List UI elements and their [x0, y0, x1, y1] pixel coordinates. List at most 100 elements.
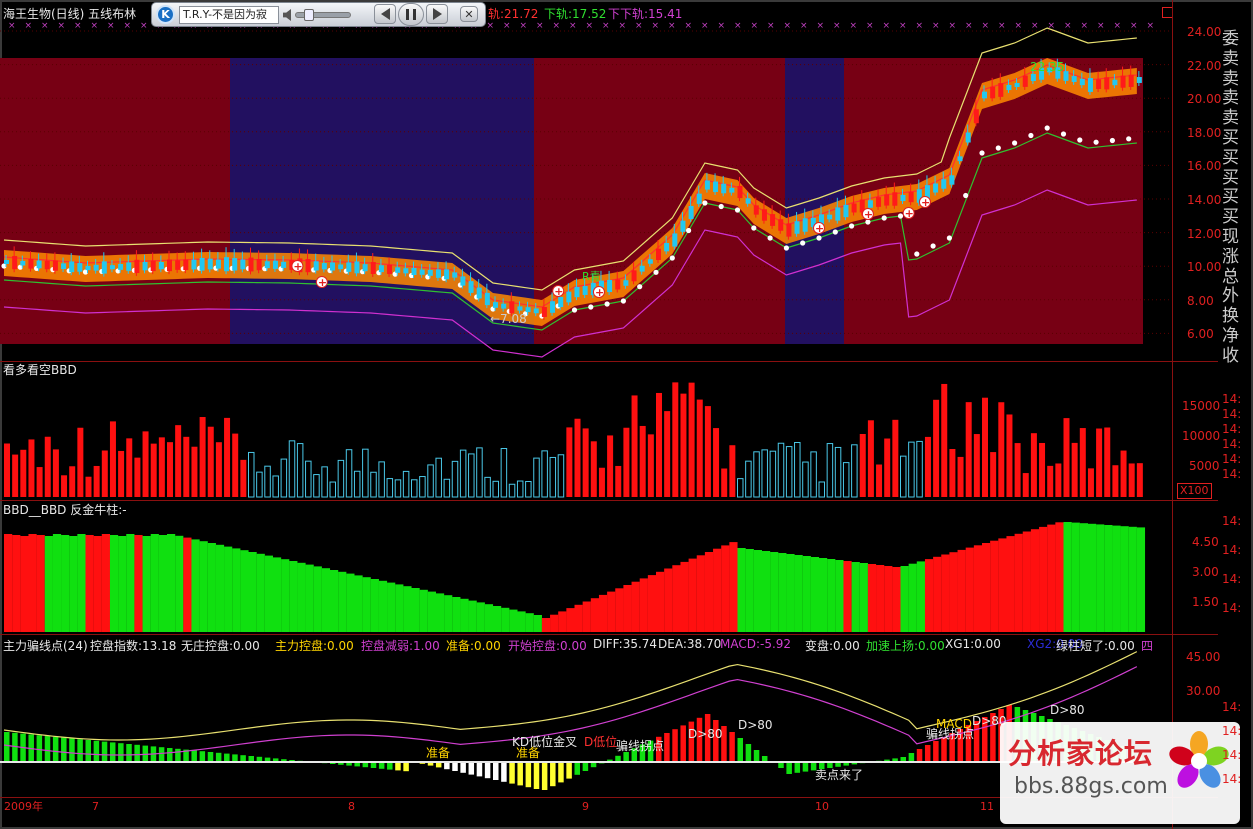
macd-bar	[533, 762, 540, 789]
bbd-axis-label: 14:	[1222, 452, 1242, 466]
bbd-bar	[884, 438, 891, 497]
bbd2-bar	[1120, 526, 1129, 632]
bbd-bar	[451, 460, 459, 498]
bbd2-bar	[631, 581, 640, 632]
volume-slider[interactable]	[295, 9, 351, 21]
bbd-bar	[36, 467, 43, 497]
candle	[582, 286, 588, 295]
macd-axis-label: 14:	[1222, 748, 1242, 762]
macd-bar	[207, 752, 214, 762]
bbd-bar	[191, 446, 198, 497]
bbd-axis-10000: 10000	[1182, 429, 1221, 443]
candle	[395, 267, 401, 273]
candle	[20, 260, 26, 266]
bbd2-bar	[338, 571, 347, 632]
bbd-bar	[443, 478, 451, 498]
d80-label: D>80	[688, 727, 723, 741]
bbd-bar	[574, 418, 581, 497]
indicator-value: 绿柱短了:0.00	[1056, 639, 1135, 653]
price-axis-label: 14.00	[1187, 193, 1222, 207]
signal-plus: +	[815, 222, 824, 235]
candle	[158, 261, 164, 270]
bbd-bar	[1047, 465, 1054, 497]
bbd-bar	[476, 447, 483, 498]
bbd-bar	[737, 478, 744, 498]
bbd2-bar	[175, 535, 184, 632]
candle	[745, 198, 751, 204]
macd-label: MACD	[936, 717, 972, 731]
pause-button[interactable]	[398, 3, 424, 26]
macd-bar	[191, 750, 197, 762]
bbd-bar	[264, 465, 271, 498]
bbd2-bar	[639, 578, 648, 632]
bbd2-bar	[493, 606, 502, 632]
candle	[647, 259, 653, 264]
bbd2-bar	[533, 615, 542, 632]
bbd-bar	[990, 452, 997, 497]
bbd-bar	[973, 434, 980, 497]
track-title-box[interactable]: T.R.Y-不是因为寂	[179, 6, 279, 24]
candle	[713, 181, 719, 192]
trail-dot	[1077, 137, 1083, 143]
d80-label: D>80	[738, 718, 773, 732]
macd-axis-30: 30.00	[1186, 684, 1221, 698]
speaker-icon[interactable]	[283, 9, 291, 21]
bbd2-bar	[378, 580, 388, 632]
bbd2-bar	[778, 553, 787, 632]
bbd-bar	[590, 441, 597, 497]
indicator-value: 控盘减弱:1.00	[361, 639, 440, 653]
macd-bar	[378, 762, 385, 769]
candle	[1006, 84, 1012, 91]
price-axis-label: 24.00	[1187, 25, 1222, 39]
music-player-bar[interactable]: K T.R.Y-不是因为寂 ✕	[151, 2, 486, 27]
bbd-bar	[175, 425, 182, 497]
bbd2-bar	[370, 579, 379, 632]
month-label: 10	[815, 800, 829, 813]
bbd2-bar	[851, 562, 860, 632]
top-marker: ×	[8, 21, 16, 31]
bbd2-bar	[753, 550, 762, 632]
macd-bar	[468, 762, 475, 775]
bbd-bar	[557, 454, 565, 498]
macd-bar	[623, 752, 629, 762]
next-button[interactable]	[426, 4, 448, 24]
player-logo-icon[interactable]: K	[156, 5, 175, 24]
candle	[427, 269, 433, 276]
macd-bar	[403, 762, 409, 772]
bbd-bar	[1120, 450, 1127, 497]
bbd2-bar	[1071, 522, 1080, 632]
quote-side-panel[interactable]: 委 卖 卖 卖 卖 买 买 买 买 买 现 涨 总 外 换 净 收	[1222, 29, 1253, 410]
flower-logo-icon	[1168, 730, 1230, 792]
bbd2-bar	[1128, 526, 1137, 632]
signal-plus: +	[864, 208, 873, 221]
indicator-value: 四	[1141, 639, 1154, 653]
bbd2-bar	[525, 613, 534, 632]
bbd-bar	[4, 443, 10, 497]
macd-bar	[93, 740, 100, 762]
bbd-bar	[215, 442, 222, 497]
bbd2-bar	[998, 538, 1007, 632]
candle	[900, 194, 906, 202]
macd-bar	[460, 762, 466, 773]
bbd-bar	[394, 479, 402, 498]
candle	[1014, 82, 1020, 88]
macd-bar	[558, 762, 564, 783]
bbd2-bar	[835, 560, 844, 632]
side-label: 买	[1222, 187, 1239, 208]
bbd-bar	[982, 397, 988, 497]
bbd-bar	[859, 433, 866, 497]
candle	[281, 261, 287, 268]
bbd2-bar	[501, 607, 510, 632]
candle	[224, 257, 230, 272]
side-label: 外	[1222, 286, 1239, 307]
bbd2-bar	[427, 591, 436, 632]
prev-button[interactable]	[374, 4, 396, 24]
bbd-bar	[908, 441, 915, 498]
bbd2-bar	[1014, 533, 1023, 632]
top-marker: ×	[932, 21, 940, 31]
bbd-axis-label: 14:	[1222, 392, 1242, 406]
close-button[interactable]: ✕	[460, 6, 478, 22]
candle	[101, 261, 107, 274]
bbd2-bar	[12, 535, 21, 632]
bbd-axis-15000: 15000	[1182, 399, 1221, 413]
